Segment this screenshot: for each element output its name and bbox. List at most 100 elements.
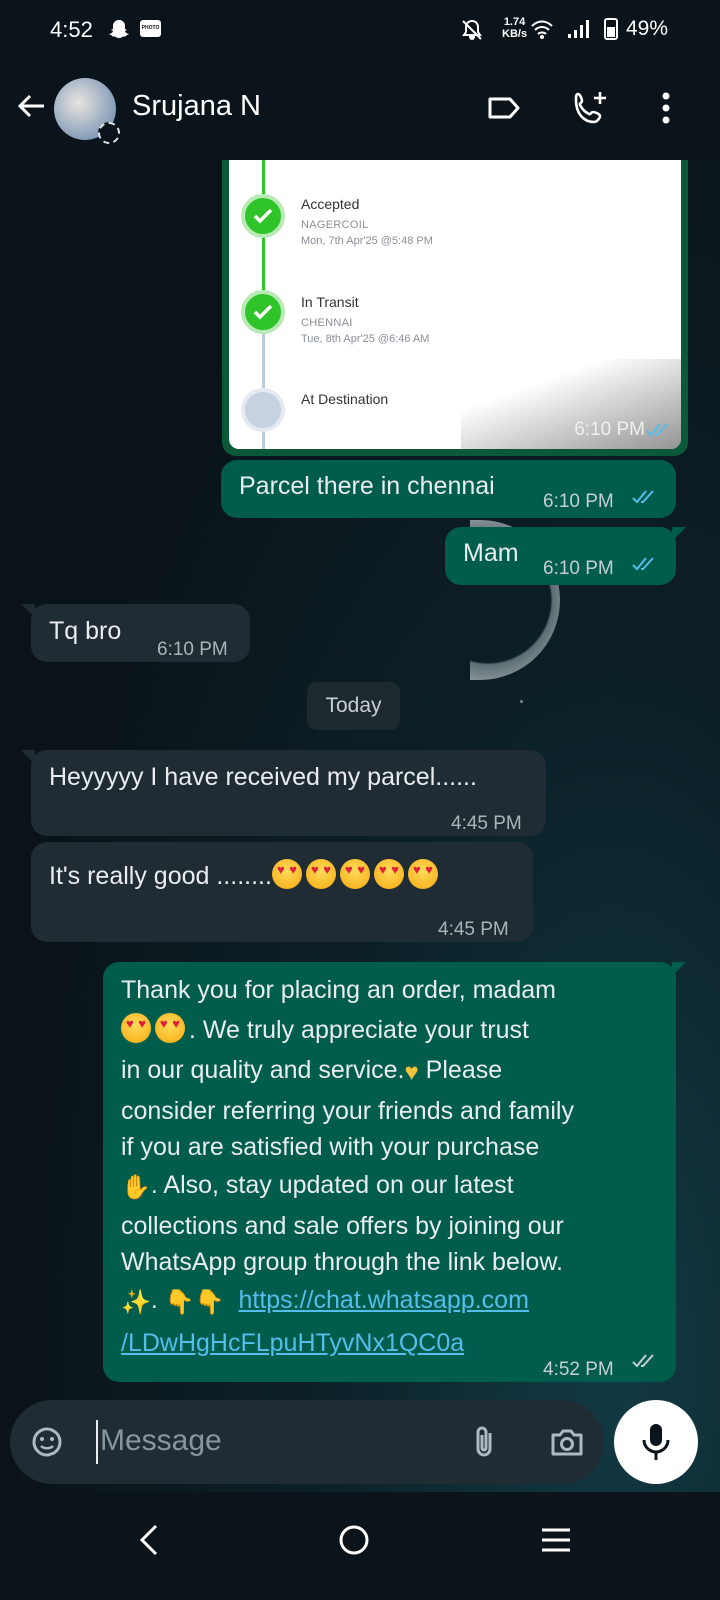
heart-eyes-emoji-icon — [271, 859, 302, 889]
sticker-emoji-icon[interactable] — [28, 1423, 66, 1461]
system-nav-bar — [0, 1492, 720, 1600]
message-time: 6:10 PM — [543, 491, 614, 512]
message-line: ✋. Also, stay updated on our latest — [121, 1165, 661, 1208]
pointing-down-emoji-icon: 👇 — [164, 1289, 195, 1316]
message-list[interactable]: Accepted NAGERCOIL Mon, 7th Apr'25 @5:48… — [0, 160, 720, 1400]
pointing-down-emoji-icon: 👇 — [194, 1289, 225, 1316]
message-line-text: . Also, stay updated on our latest — [150, 1171, 514, 1199]
folded-hands-emoji-icon: ✋ — [121, 1174, 151, 1201]
message-text: Mam — [463, 539, 519, 567]
message-time: 6:10 PM — [157, 639, 228, 660]
network-speed-value: 1.74 — [503, 16, 526, 28]
message-time: 4:45 PM — [438, 919, 509, 940]
nav-back-icon[interactable] — [130, 1520, 170, 1560]
heart-hands-emoji-icon: ♥ — [404, 1059, 419, 1086]
chat-header: Srujana N — [0, 58, 720, 160]
network-speed: 1.74 KB/s — [502, 16, 527, 40]
group-invite-link-continued[interactable]: /LDwHgHcFLpuHTyvNx1QC0a — [121, 1329, 464, 1357]
message-text-content: It's really good ........ — [49, 862, 272, 890]
heart-eyes-emoji-icon — [407, 859, 438, 889]
wifi-icon — [531, 20, 553, 39]
message-line: . We truly appreciate your trust — [121, 1010, 661, 1050]
timeline-check-icon — [241, 290, 285, 334]
photo-app-icon: PHOTO — [140, 20, 161, 37]
timeline-pending-dot-icon — [241, 388, 285, 432]
smiling-hearts-emoji-icon — [155, 1013, 185, 1043]
message-text: Tq bro — [49, 617, 122, 645]
message-time: 4:52 PM — [543, 1359, 614, 1380]
emoji-row — [271, 859, 442, 890]
battery-icon — [604, 18, 618, 40]
message-text: It's really good ........ — [49, 859, 442, 893]
message-line: WhatsApp group through the link below. — [121, 1248, 563, 1276]
message-line: Thank you for placing an order, madam — [121, 976, 556, 1004]
timeline-check-icon — [241, 194, 285, 238]
voice-record-button[interactable] — [614, 1400, 698, 1484]
add-call-icon[interactable] — [570, 88, 610, 128]
network-speed-unit: KB/s — [502, 28, 528, 40]
attachment-paperclip-icon[interactable] — [466, 1423, 504, 1461]
nav-home-icon[interactable] — [334, 1520, 374, 1560]
outgoing-message[interactable]: Mam 6:10 PM — [445, 527, 686, 585]
message-line-text: . — [150, 1286, 165, 1314]
signal-icon — [568, 20, 589, 38]
label-tag-icon[interactable] — [484, 88, 524, 128]
message-line: in our quality and service.♥ Please — [121, 1050, 661, 1093]
snapchat-icon — [109, 20, 129, 38]
heart-eyes-emoji-icon — [121, 1013, 151, 1043]
timeline-step-location: CHENNAI — [301, 317, 353, 329]
date-divider: Today — [307, 682, 400, 730]
message-line: consider referring your friends and fami… — [121, 1097, 574, 1125]
bubble-tail — [21, 604, 35, 618]
timeline-step-date: Tue, 8th Apr'25 @6:46 AM — [301, 333, 430, 345]
contact-name[interactable]: Srujana N — [132, 90, 261, 123]
timeline-step-date: Mon, 7th Apr'25 @5:48 PM — [301, 235, 433, 247]
read-receipt-icon — [632, 490, 654, 504]
incoming-message[interactable]: It's really good ........ 4:45 PM — [31, 842, 533, 942]
photo-app-badge-text: PHOTO — [141, 25, 160, 31]
microphone-icon — [642, 1424, 670, 1460]
status-ring-icon — [98, 122, 120, 144]
message-line: if you are satisfied with your purchase — [121, 1133, 540, 1161]
timeline-step-title: At Destination — [301, 391, 389, 407]
read-receipt-icon — [632, 557, 654, 571]
message-time: 6:10 PM — [543, 558, 614, 579]
mute-bell-icon — [462, 19, 482, 40]
timeline-step-location: NAGERCOIL — [301, 219, 369, 231]
tracking-image[interactable]: Accepted NAGERCOIL Mon, 7th Apr'25 @5:48… — [229, 160, 681, 449]
heart-eyes-emoji-icon — [305, 859, 336, 889]
sparkles-emoji-icon: ✨ — [121, 1289, 151, 1316]
heart-eyes-emoji-icon — [339, 859, 370, 889]
back-arrow-icon[interactable] — [14, 88, 50, 124]
message-line-text: Please — [418, 1056, 503, 1084]
outgoing-message[interactable]: Thank you for placing an order, madam . … — [103, 962, 686, 1382]
message-line-text: . We truly appreciate your trust — [189, 1016, 529, 1044]
incoming-message[interactable]: Heyyyyy I have received my parcel...... … — [21, 750, 546, 836]
message-composer: Message — [10, 1400, 604, 1484]
message-line: ✨. 👇👇 https://chat.whatsapp.com — [121, 1280, 661, 1323]
message-time: 6:10 PM — [574, 419, 645, 440]
incoming-message[interactable]: Tq bro 6:10 PM — [21, 604, 250, 662]
status-time: 4:52 — [50, 17, 93, 42]
delivered-receipt-icon — [632, 1354, 654, 1368]
battery-percent: 49% — [626, 17, 669, 40]
bubble-tail — [672, 527, 686, 541]
message-text: Thank you for placing an order, madam . … — [121, 970, 661, 1363]
text-cursor — [96, 1420, 98, 1464]
message-text: Parcel there in chennai — [239, 472, 495, 500]
more-options-icon[interactable] — [646, 88, 686, 128]
group-invite-link[interactable]: https://chat.whatsapp.com — [238, 1286, 528, 1314]
camera-icon[interactable] — [548, 1423, 586, 1461]
read-receipt-icon — [646, 423, 668, 437]
heart-eyes-emoji-icon — [373, 859, 404, 889]
bubble-tail — [672, 962, 686, 976]
timeline-step-title: Accepted — [301, 196, 360, 212]
message-line-text: in our quality and service. — [121, 1056, 405, 1084]
outgoing-message[interactable]: Parcel there in chennai 6:10 PM — [221, 460, 676, 518]
message-time: 4:45 PM — [451, 813, 522, 834]
status-bar: 4:52 PHOTO 1.74 KB/s 49% — [0, 0, 720, 58]
nav-recents-icon[interactable] — [536, 1520, 576, 1560]
tracking-image-message[interactable]: Accepted NAGERCOIL Mon, 7th Apr'25 @5:48… — [222, 160, 688, 456]
message-input[interactable]: Message — [100, 1424, 222, 1458]
bubble-tail — [21, 750, 35, 764]
